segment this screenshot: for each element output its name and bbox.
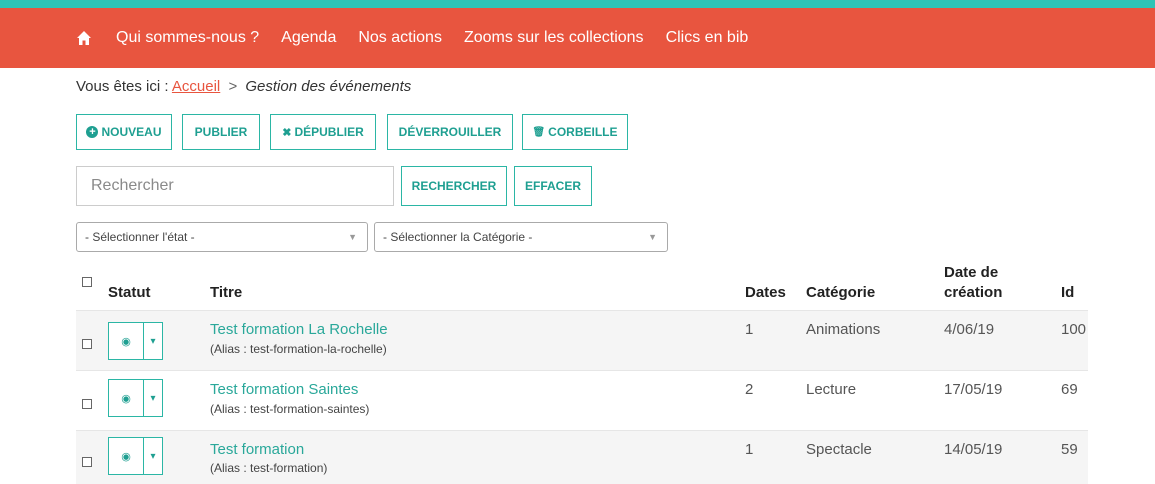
clear-button-label: EFFACER xyxy=(524,179,581,193)
x-icon: ✖ xyxy=(282,126,292,139)
plus-circle-icon: + xyxy=(86,126,99,138)
unpublish-button[interactable]: ✖ DÉPUBLIER xyxy=(270,114,376,150)
new-button-label: NOUVEAU xyxy=(101,125,162,139)
table-row xyxy=(76,310,1088,371)
event-category: Animations xyxy=(806,321,881,338)
column-header-category[interactable]: Catégorie xyxy=(806,283,875,303)
category-select-value: - Sélectionner la Catégorie - xyxy=(383,230,533,244)
state-select-value: - Sélectionner l'état - xyxy=(85,230,195,244)
trash-button-label: CORBEILLE xyxy=(548,125,618,139)
unlock-button-label: DÉVERROUILLER xyxy=(398,125,502,139)
event-id: 100 xyxy=(1061,321,1087,338)
nav-item-qui-sommes-nous[interactable]: Qui sommes-nous ? xyxy=(116,29,259,47)
breadcrumb-current: Gestion des événements xyxy=(245,78,412,95)
nav-item-clics-en-bib[interactable]: Clics en bib xyxy=(666,29,749,47)
breadcrumb-separator: > xyxy=(228,78,238,95)
published-status-icon[interactable]: ◉ xyxy=(109,380,144,416)
event-alias: (Alias : test-formation-la-rochelle) xyxy=(210,342,387,356)
published-status-icon[interactable]: ◉ xyxy=(109,323,144,359)
row-checkbox[interactable] xyxy=(82,339,92,349)
search-button[interactable]: RECHERCHER xyxy=(401,166,507,206)
table-row xyxy=(76,370,1088,431)
breadcrumb-prefix: Vous êtes ici : xyxy=(76,78,169,95)
category-select[interactable]: - Sélectionner la Catégorie - ▼ xyxy=(374,222,668,252)
trash-button[interactable]: 🗑 CORBEILLE xyxy=(522,114,628,150)
event-created-date: 17/05/19 xyxy=(944,381,1003,398)
chevron-down-icon[interactable]: ▾ xyxy=(144,380,162,416)
event-dates-count: 2 xyxy=(745,381,754,398)
status-button-group: ◉ ▾ xyxy=(108,322,163,360)
top-accent-strip xyxy=(0,0,1155,8)
nav-item-agenda[interactable]: Agenda xyxy=(281,29,336,47)
search-input[interactable] xyxy=(76,166,394,206)
nav-item-zooms-collections[interactable]: Zooms sur les collections xyxy=(464,29,644,47)
chevron-down-icon[interactable]: ▾ xyxy=(144,323,162,359)
event-category: Lecture xyxy=(806,381,857,398)
new-button[interactable]: + NOUVEAU xyxy=(76,114,172,150)
breadcrumb: Vous êtes ici : Accueil > Gestion des év… xyxy=(76,78,411,95)
event-title-link[interactable]: Test formation xyxy=(210,441,304,458)
chevron-down-icon: ▼ xyxy=(648,232,657,242)
select-all-checkbox[interactable] xyxy=(82,277,92,287)
chevron-down-icon[interactable]: ▾ xyxy=(144,438,162,474)
event-dates-count: 1 xyxy=(745,321,754,338)
search-button-label: RECHERCHER xyxy=(411,179,497,193)
clear-button[interactable]: EFFACER xyxy=(514,166,592,206)
unlock-button[interactable]: DÉVERROUILLER xyxy=(387,114,513,150)
main-nav: Qui sommes-nous ? Agenda Nos actions Zoo… xyxy=(76,26,770,50)
event-alias: (Alias : test-formation) xyxy=(210,461,328,475)
state-select[interactable]: - Sélectionner l'état - ▼ xyxy=(76,222,368,252)
row-checkbox[interactable] xyxy=(82,399,92,409)
top-navigation-bar: Qui sommes-nous ? Agenda Nos actions Zoo… xyxy=(0,0,1155,68)
column-header-id[interactable]: Id xyxy=(1061,283,1074,303)
breadcrumb-home-link[interactable]: Accueil xyxy=(172,78,220,95)
nav-item-nos-actions[interactable]: Nos actions xyxy=(358,29,442,47)
trash-icon: 🗑 xyxy=(532,126,546,138)
chevron-down-icon: ▼ xyxy=(348,232,357,242)
column-header-status[interactable]: Statut xyxy=(108,283,151,303)
event-alias: (Alias : test-formation-saintes) xyxy=(210,402,370,416)
publish-button-label: PUBLIER xyxy=(194,125,248,139)
event-category: Spectacle xyxy=(806,441,872,458)
column-header-title[interactable]: Titre xyxy=(210,283,242,303)
column-header-dates[interactable]: Dates xyxy=(745,283,786,303)
unpublish-button-label: DÉPUBLIER xyxy=(294,125,364,139)
publish-button[interactable]: PUBLIER xyxy=(182,114,260,150)
event-id: 59 xyxy=(1061,441,1078,458)
event-title-link[interactable]: Test formation Saintes xyxy=(210,381,358,398)
row-checkbox[interactable] xyxy=(82,457,92,467)
published-status-icon[interactable]: ◉ xyxy=(109,438,144,474)
column-header-created-line1: Date de xyxy=(944,264,999,281)
event-title-link[interactable]: Test formation La Rochelle xyxy=(210,321,388,338)
status-button-group: ◉ ▾ xyxy=(108,379,163,417)
event-id: 69 xyxy=(1061,381,1078,398)
status-button-group: ◉ ▾ xyxy=(108,437,163,475)
event-dates-count: 1 xyxy=(745,441,754,458)
home-icon[interactable] xyxy=(76,30,92,46)
event-created-date: 14/05/19 xyxy=(944,441,1003,458)
column-header-created[interactable]: Date de création xyxy=(944,263,1002,303)
column-header-created-line2: création xyxy=(944,284,1003,301)
event-created-date: 4/06/19 xyxy=(944,321,995,338)
